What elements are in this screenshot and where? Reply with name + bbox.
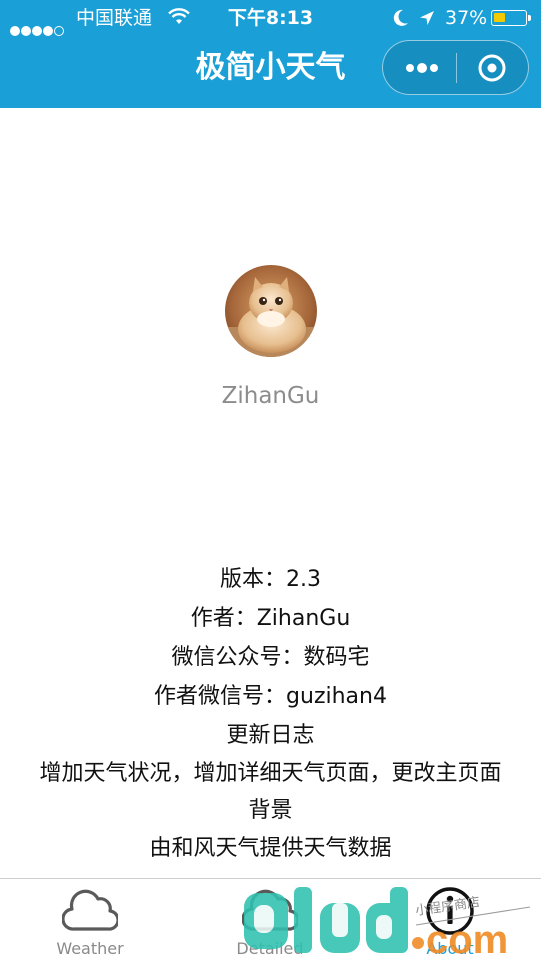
tab-label: Detailed: [236, 939, 304, 958]
location-arrow-icon: [420, 11, 434, 25]
changelog-title: 更新日志: [226, 723, 315, 748]
mini-program-capsule: [382, 40, 529, 95]
close-target-icon[interactable]: [477, 53, 507, 83]
author-text: 作者：ZihanGu: [190, 606, 351, 631]
tab-label: About: [426, 939, 474, 958]
do-not-disturb-moon-icon: [393, 9, 408, 26]
username: ZihanGu: [221, 383, 320, 409]
cloud-icon: [62, 889, 118, 931]
cloud-icon: [242, 889, 298, 931]
tab-detailed[interactable]: Detailed: [180, 879, 360, 960]
cat-avatar[interactable]: [225, 265, 317, 357]
author-wechat-text: 作者微信号：guzihan4: [154, 684, 387, 709]
changelog-line: 背景: [248, 798, 293, 823]
about-info: 版本：2.3 作者：ZihanGu 微信公众号：数码宅 作者微信号：guziha…: [0, 560, 541, 868]
tab-weather[interactable]: Weather: [0, 879, 180, 960]
tab-label: Weather: [56, 939, 124, 958]
tab-about[interactable]: About: [360, 879, 540, 960]
changelog-line: 增加天气状况，增加详细天气页面，更改主页面: [39, 761, 502, 786]
top-bar: 中国联通 下午8:13 37% 极简小天气: [0, 0, 541, 108]
version-text: 版本：2.3: [220, 567, 321, 592]
screen: 中国联通 下午8:13 37% 极简小天气 ZihanGu 版本：2.3 作者：…: [0, 0, 541, 960]
battery-percent: 37%: [445, 7, 488, 29]
official-account-text: 微信公众号：数码宅: [171, 645, 370, 670]
tab-bar: Weather Detailed About: [0, 878, 541, 960]
more-dots-icon[interactable]: [405, 62, 439, 74]
status-bar: 中国联通 下午8:13 37%: [0, 0, 541, 36]
battery-icon: [491, 10, 531, 26]
info-icon: [426, 887, 474, 935]
capsule-divider: [456, 53, 457, 83]
data-source-text: 由和风天气提供天气数据: [149, 836, 392, 861]
